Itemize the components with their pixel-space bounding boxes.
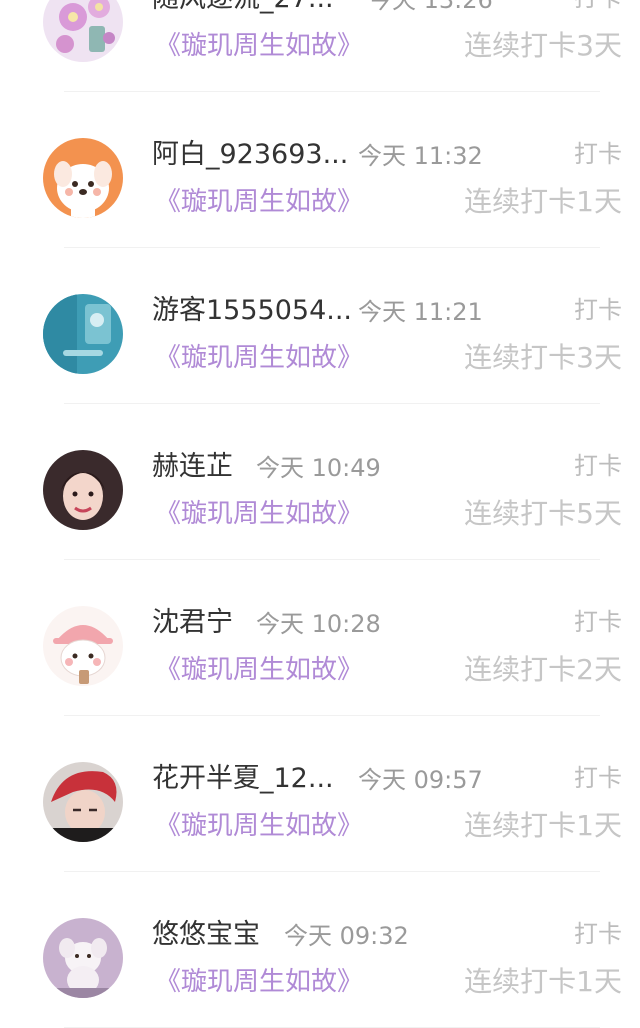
book-title-link[interactable]: 《璇玑周生如故》 [155, 498, 363, 530]
checkin-time: 今天 11:21 [358, 298, 483, 326]
cartoon-puppy-avatar-icon [43, 138, 123, 218]
checkin-time: 今天 09:32 [284, 922, 409, 950]
book-title-link[interactable]: 《璇玑周生如故》 [155, 30, 363, 62]
avatar[interactable] [43, 450, 123, 530]
streak-text: 连续打卡1天 [464, 965, 622, 998]
list-item[interactable]: 悠悠宝宝 今天 09:32 打卡 《璇玑周生如故》 连续打卡1天 [0, 872, 640, 1028]
checkin-time: 今天 10:28 [256, 610, 381, 638]
streak-text: 连续打卡3天 [464, 29, 622, 62]
book-title-link[interactable]: 《璇玑周生如故》 [155, 342, 363, 374]
girl-portrait-avatar-icon [43, 450, 123, 530]
list-item[interactable]: 阿白_923693... 今天 11:32 打卡 《璇玑周生如故》 连续打卡1天 [0, 92, 640, 248]
punch-label: 打卡 [574, 296, 622, 324]
book-title-link[interactable]: 《璇玑周生如故》 [155, 966, 363, 998]
red-hair-portrait-avatar-icon [43, 762, 123, 842]
avatar[interactable] [43, 138, 123, 218]
book-title-link[interactable]: 《璇玑周生如故》 [155, 654, 363, 686]
streak-text: 连续打卡1天 [464, 809, 622, 842]
user-name[interactable]: 悠悠宝宝 [152, 919, 260, 951]
avatar[interactable] [43, 0, 123, 62]
punch-label: 打卡 [574, 764, 622, 792]
user-name[interactable]: 阿白_923693... [152, 139, 348, 171]
user-name[interactable]: 沈君宁 [152, 607, 233, 639]
streak-text: 连续打卡5天 [464, 497, 622, 530]
list-item[interactable]: 沈君宁 今天 10:28 打卡 《璇玑周生如故》 连续打卡2天 [0, 560, 640, 716]
list-item[interactable]: 游客1555054... 今天 11:21 打卡 《璇玑周生如故》 连续打卡3天 [0, 248, 640, 404]
checkin-time: 今天 10:49 [256, 454, 381, 482]
punch-label: 打卡 [574, 452, 622, 480]
list-item[interactable]: 随风逐流_27... 今天 13:26 打卡 《璇玑周生如故》 连续打卡3天 [0, 0, 640, 92]
punch-label: 打卡 [574, 0, 622, 12]
pink-flowers-avatar-icon [43, 0, 123, 62]
cartoon-bear-avatar-icon [43, 606, 123, 686]
avatar[interactable] [43, 762, 123, 842]
checkin-time: 今天 13:26 [368, 0, 493, 14]
list-item[interactable]: 花开半夏_12... 今天 09:57 打卡 《璇玑周生如故》 连续打卡1天 [0, 716, 640, 872]
list-item[interactable]: 赫连芷 今天 10:49 打卡 《璇玑周生如故》 连续打卡5天 [0, 404, 640, 560]
user-name[interactable]: 游客1555054... [152, 295, 352, 327]
avatar[interactable] [43, 294, 123, 374]
checkin-time: 今天 09:57 [358, 766, 483, 794]
plush-toy-avatar-icon [43, 918, 123, 998]
streak-text: 连续打卡2天 [464, 653, 622, 686]
streak-text: 连续打卡1天 [464, 185, 622, 218]
streak-text: 连续打卡3天 [464, 341, 622, 374]
checkin-list: 随风逐流_27... 今天 13:26 打卡 《璇玑周生如故》 连续打卡3天 阿… [0, 0, 640, 1028]
punch-label: 打卡 [574, 140, 622, 168]
teal-photo-avatar-icon [43, 294, 123, 374]
avatar[interactable] [43, 918, 123, 998]
user-name[interactable]: 花开半夏_12... [152, 763, 334, 795]
user-name[interactable]: 随风逐流_27... [152, 0, 334, 15]
book-title-link[interactable]: 《璇玑周生如故》 [155, 186, 363, 218]
book-title-link[interactable]: 《璇玑周生如故》 [155, 810, 363, 842]
checkin-time: 今天 11:32 [358, 142, 483, 170]
avatar[interactable] [43, 606, 123, 686]
punch-label: 打卡 [574, 608, 622, 636]
user-name[interactable]: 赫连芷 [152, 451, 233, 483]
punch-label: 打卡 [574, 920, 622, 948]
